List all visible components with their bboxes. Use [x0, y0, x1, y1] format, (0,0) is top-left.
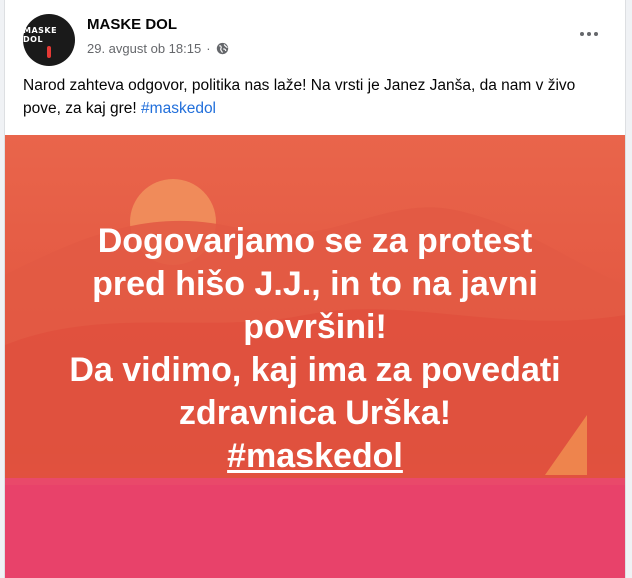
image-line-5: zdravnica Urška!: [178, 394, 452, 432]
more-options-icon[interactable]: [571, 20, 607, 48]
post-text: Narod zahteva odgovor, politika nas laže…: [23, 74, 608, 120]
post-body-text: Narod zahteva odgovor, politika nas laže…: [23, 77, 576, 117]
image-line-4: Da vidimo, kaj ima za povedati: [69, 351, 561, 389]
image-line-3: površini!: [243, 308, 387, 346]
post-timestamp[interactable]: 29. avgust ob 18:15: [87, 41, 201, 56]
image-line-1: Dogovarjamo se za protest: [97, 222, 533, 260]
page-avatar[interactable]: MASKE DOL: [23, 14, 75, 66]
image-hashtag: #maskedol: [227, 437, 403, 475]
post-image[interactable]: Dogovarjamo se za protest pred hišo J.J.…: [5, 135, 625, 578]
post-hashtag-link[interactable]: #maskedol: [141, 100, 216, 117]
meta-separator: ·: [206, 41, 211, 56]
avatar-drip-icon: [47, 46, 51, 58]
page-name-link[interactable]: MASKE DOL: [87, 16, 177, 33]
avatar-logo-text: MASKE DOL: [23, 26, 58, 44]
image-line-2: pred hišo J.J., in to na javni: [92, 265, 538, 303]
image-overlay-text: Dogovarjamo se za protest pred hišo J.J.…: [5, 220, 625, 478]
post-card: MASKE DOL MASKE DOL 29. avgust ob 18:15 …: [4, 0, 626, 578]
globe-icon[interactable]: [216, 42, 229, 55]
post-meta: 29. avgust ob 18:15 ·: [87, 41, 229, 56]
